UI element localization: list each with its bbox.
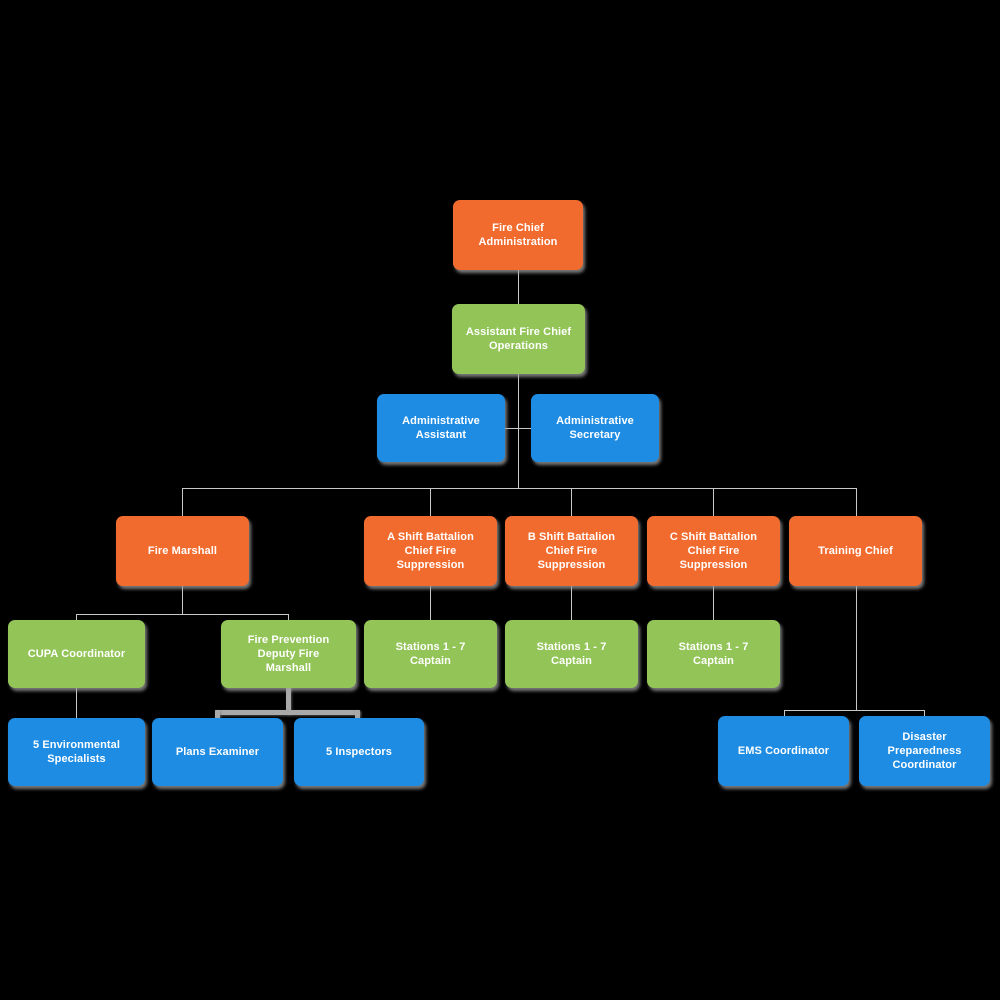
node-inspectors[interactable]: 5 Inspectors	[294, 718, 424, 786]
connector-a-shift-to-stations	[430, 586, 431, 620]
node-fire-prevention-deputy-fire-marshall[interactable]: Fire Prevention Deputy Fire Marshall	[221, 620, 356, 688]
node-stations-captain-c-label: Stations 1 - 7 Captain	[678, 641, 749, 667]
connector-drop-a-shift	[430, 488, 431, 516]
node-disaster-preparedness-coordinator-label: Disaster Preparedness Coordinator	[887, 731, 962, 771]
connector-assistant-trunk	[518, 374, 519, 488]
node-cupa-coordinator[interactable]: CUPA Coordinator	[8, 620, 145, 688]
node-assistant-fire-chief[interactable]: Assistant Fire Chief Operations	[452, 304, 585, 374]
node-stations-captain-b[interactable]: Stations 1 - 7 Captain	[505, 620, 638, 688]
node-ems-coordinator[interactable]: EMS Coordinator	[718, 716, 849, 786]
node-fire-marshall[interactable]: Fire Marshall	[116, 516, 249, 586]
node-fire-chief[interactable]: Fire Chief Administration	[453, 200, 583, 270]
node-c-shift-battalion-chief-label: C Shift Battalion Chief Fire Suppression	[669, 531, 758, 571]
node-inspectors-label: 5 Inspectors	[325, 746, 392, 758]
connector-cupa-to-environmental-specialists	[76, 688, 77, 718]
node-a-shift-battalion-chief[interactable]: A Shift Battalion Chief Fire Suppression	[364, 516, 497, 586]
node-cupa-coordinator-label: CUPA Coordinator	[27, 648, 126, 660]
node-plans-examiner[interactable]: Plans Examiner	[152, 718, 283, 786]
node-fire-marshall-label: Fire Marshall	[147, 545, 218, 557]
connector-stub-administrative-secretary	[518, 428, 532, 429]
connector-training-chief-trunk	[856, 586, 857, 710]
node-assistant-fire-chief-label: Assistant Fire Chief Operations	[465, 326, 572, 352]
connector-drop-training-chief	[856, 488, 857, 516]
node-administrative-secretary-label: Administrative Secretary	[556, 415, 634, 441]
connector-b-shift-to-stations	[571, 586, 572, 620]
connector-stub-administrative-assistant	[505, 428, 519, 429]
node-training-chief[interactable]: Training Chief	[789, 516, 922, 586]
node-fire-chief-label: Fire Chief Administration	[478, 222, 558, 248]
connector-fire-marshall-trunk	[182, 586, 183, 614]
connector-bus-fire-marshall	[76, 614, 288, 615]
node-training-chief-label: Training Chief	[818, 545, 893, 557]
node-stations-captain-b-label: Stations 1 - 7 Captain	[536, 641, 607, 667]
connector-drop-b-shift	[571, 488, 572, 516]
connector-fire-chief-to-assistant	[518, 270, 519, 304]
node-administrative-assistant-label: Administrative Assistant	[402, 415, 480, 441]
node-environmental-specialists-label: 5 Environmental Specialists	[32, 739, 121, 765]
node-stations-captain-c[interactable]: Stations 1 - 7 Captain	[647, 620, 780, 688]
node-administrative-secretary[interactable]: Administrative Secretary	[531, 394, 659, 462]
node-stations-captain-a[interactable]: Stations 1 - 7 Captain	[364, 620, 497, 688]
node-a-shift-battalion-chief-label: A Shift Battalion Chief Fire Suppression	[387, 531, 474, 571]
connector-bus-training-chief	[784, 710, 925, 711]
node-b-shift-battalion-chief-label: B Shift Battalion Chief Fire Suppression	[527, 531, 616, 571]
org-chart-canvas: Fire Chief Administration Assistant Fire…	[0, 0, 1000, 1000]
node-plans-examiner-label: Plans Examiner	[175, 746, 260, 758]
node-fire-prevention-deputy-fire-marshall-label: Fire Prevention Deputy Fire Marshall	[247, 634, 330, 674]
node-stations-captain-a-label: Stations 1 - 7 Captain	[395, 641, 466, 667]
connector-drop-fire-marshall	[182, 488, 183, 516]
node-b-shift-battalion-chief[interactable]: B Shift Battalion Chief Fire Suppression	[505, 516, 638, 586]
node-ems-coordinator-label: EMS Coordinator	[737, 745, 830, 757]
node-environmental-specialists[interactable]: 5 Environmental Specialists	[8, 718, 145, 786]
node-c-shift-battalion-chief[interactable]: C Shift Battalion Chief Fire Suppression	[647, 516, 780, 586]
node-disaster-preparedness-coordinator[interactable]: Disaster Preparedness Coordinator	[859, 716, 990, 786]
connector-drop-c-shift	[713, 488, 714, 516]
connector-bus-fire-prevention	[215, 710, 360, 715]
connector-c-shift-to-stations	[713, 586, 714, 620]
connector-bus-row3	[182, 488, 857, 489]
node-administrative-assistant[interactable]: Administrative Assistant	[377, 394, 505, 462]
